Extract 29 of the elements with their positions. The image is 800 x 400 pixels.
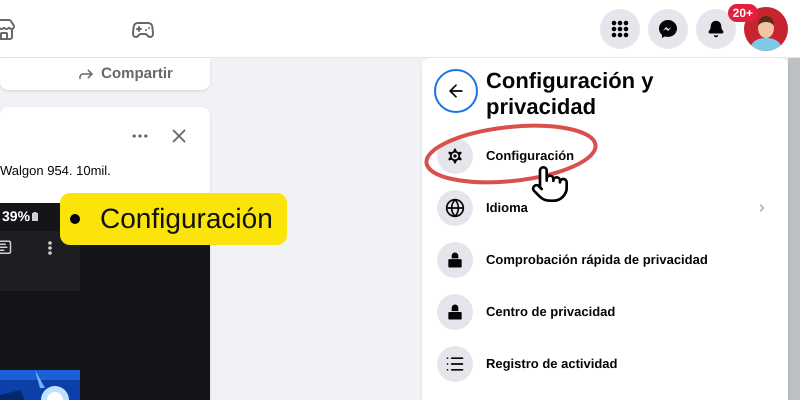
menu-item-label: Centro de privacidad <box>486 303 616 322</box>
menu-item-label: Comprobación rápida de privacidad <box>486 251 708 270</box>
grid-icon <box>611 20 629 38</box>
menu-grid-button[interactable] <box>600 8 640 48</box>
menu-item[interactable]: Centro de privacidad <box>422 286 788 338</box>
hand-cursor-icon <box>530 164 570 204</box>
menu-title: Configuración y privacidad <box>486 68 654 120</box>
menu-item-label: Idioma <box>486 199 528 218</box>
padlock-icon <box>445 250 465 270</box>
bell-icon <box>707 20 725 38</box>
bullet-icon <box>70 214 80 224</box>
battery-icon <box>32 212 38 221</box>
settings-icon <box>445 146 465 166</box>
menu-item-label: Configuración <box>486 147 574 166</box>
battery-text: 39% <box>2 207 30 226</box>
post-text: Walgon 954. 10mil. <box>0 162 112 180</box>
callout-label: Configuración <box>100 202 273 236</box>
globe-icon <box>445 198 465 218</box>
messenger-icon <box>658 18 678 38</box>
messenger-button[interactable] <box>648 8 688 48</box>
share-button[interactable]: Compartir <box>77 62 173 86</box>
menu-item[interactable]: Configuración <box>422 130 788 182</box>
lock-icon <box>445 302 465 322</box>
notification-badge: 20+ <box>728 4 758 22</box>
kebab-icon <box>48 240 52 254</box>
menu-item[interactable]: Registro de actividad <box>422 338 788 390</box>
menu-item-label: Registro de actividad <box>486 355 618 374</box>
menu-item[interactable]: Comprobación rápida de privacidad <box>422 234 788 286</box>
back-button[interactable] <box>434 69 478 113</box>
